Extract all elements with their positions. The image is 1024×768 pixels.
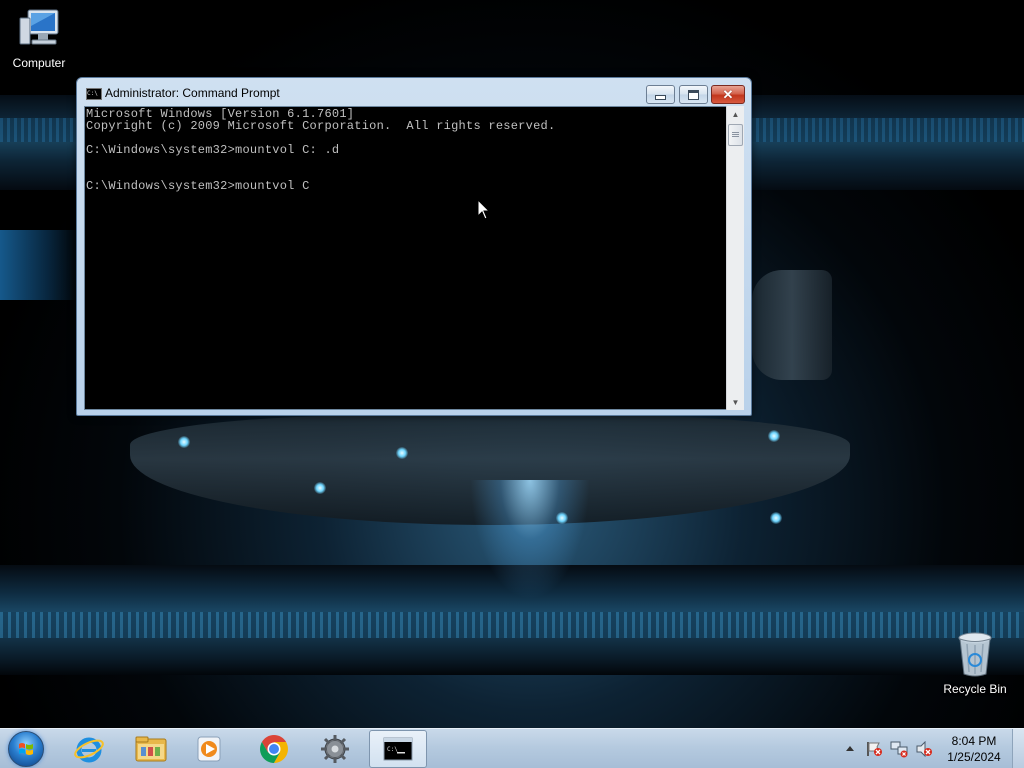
wallpaper-light [770,512,782,524]
desktop-icon-label: Computer [12,56,66,70]
mouse-cursor-icon [477,199,491,220]
taskbar-settings-button[interactable] [306,730,364,768]
wallpaper-light [178,436,190,448]
taskbar-chrome-button[interactable] [245,730,303,768]
volume-muted-icon[interactable] [915,741,933,757]
console-input-line[interactable]: C:\Windows\system32>mountvol C [86,180,310,192]
wallpaper-light [396,447,408,459]
vertical-scrollbar[interactable]: ▲ ▼ [726,106,744,410]
minimize-icon [655,95,666,100]
cmd-icon: C:\ [86,88,102,100]
ie-icon [74,737,104,763]
console-output[interactable]: Microsoft Windows [Version 6.1.7601] Cop… [84,106,727,410]
svg-text:C:\: C:\ [387,746,398,753]
start-button[interactable] [4,730,48,768]
gear-icon [321,735,349,763]
taskbar-clock[interactable]: 8:04 PM 1/25/2024 [936,733,1012,765]
taskbar-media-player-button[interactable] [180,730,238,768]
wallpaper-bottom-detail [0,612,1024,638]
thumb-grip [732,136,739,137]
maximize-button[interactable] [679,85,708,104]
thumb-grip [732,134,739,135]
clock-date: 1/25/2024 [947,750,1001,764]
computer-icon [19,9,59,45]
wallpaper-ship-section [752,270,832,380]
chrome-icon [260,735,288,763]
window-title: Administrator: Command Prompt [105,86,280,100]
console-line: C:\Windows\system32>mountvol C: .d [86,143,340,157]
scroll-up-arrow-icon[interactable]: ▲ [727,106,744,122]
folder-icon [135,736,167,762]
clock-time: 8:04 PM [951,734,997,748]
cmd-icon: C:\ [383,737,413,761]
command-prompt-window[interactable]: C:\ Administrator: Command Prompt ✕ Micr… [76,77,752,416]
taskbar-explorer-button[interactable] [122,730,180,768]
desktop-icon-computer[interactable]: Computer [1,8,77,70]
minimize-button[interactable] [646,85,675,104]
media-player-icon [197,736,221,762]
wallpaper-light [314,482,326,494]
maximize-icon [688,89,699,100]
scrollbar-thumb[interactable] [728,124,743,146]
wallpaper-light [556,512,568,524]
show-hidden-icons-icon[interactable] [845,744,855,754]
desktop-icon-recycle-bin[interactable]: Recycle Bin [937,630,1013,696]
thumb-grip [732,132,739,133]
desktop-icon-label: Recycle Bin [943,682,1007,696]
network-icon[interactable] [890,740,910,758]
start-orb-icon [8,731,44,767]
wallpaper-light-beam [470,480,590,600]
show-desktop-button[interactable] [1012,729,1024,768]
wallpaper-side-glow [0,230,80,300]
action-center-icon[interactable] [865,741,883,757]
console-line: Copyright (c) 2009 Microsoft Corporation… [86,119,556,133]
recycle-bin-icon [958,632,992,677]
close-button[interactable]: ✕ [711,85,745,104]
taskbar-ie-button[interactable] [60,730,118,768]
window-titlebar[interactable]: C:\ Administrator: Command Prompt ✕ [77,78,751,105]
taskbar: C:\ 8:04 PM 1/25/2024 [0,728,1024,768]
wallpaper-light [768,430,780,442]
scroll-down-arrow-icon[interactable]: ▼ [727,394,744,410]
close-icon: ✕ [722,87,734,102]
taskbar-cmd-button[interactable]: C:\ [369,730,427,768]
